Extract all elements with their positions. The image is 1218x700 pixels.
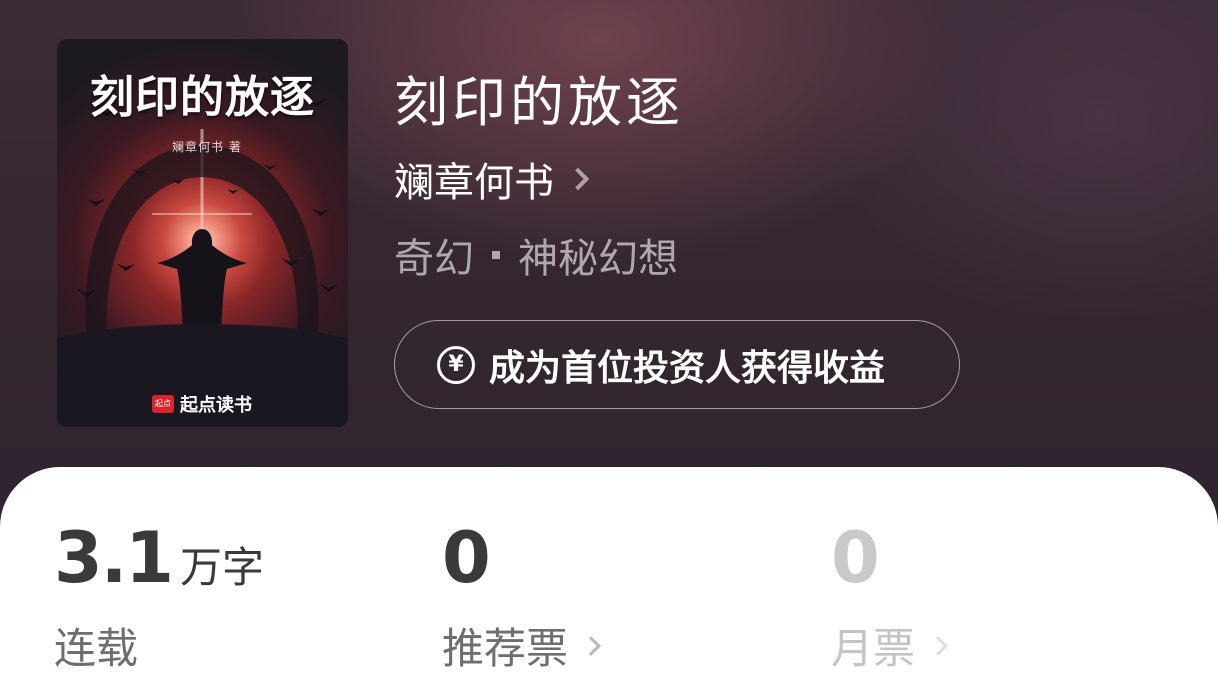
monthly-ticket-value: 0	[831, 517, 880, 599]
serial-status-label: 连载	[54, 624, 139, 673]
author-name: 斓章何书	[394, 160, 554, 206]
invest-button-label: 成为首位投资人获得收益	[489, 347, 886, 389]
author-link[interactable]: 斓章何书	[394, 150, 590, 208]
cover-title: 刻印的放逐	[90, 72, 315, 123]
publisher-logo-icon: 起点	[152, 395, 174, 413]
yuan-icon: ¥	[437, 345, 475, 384]
book-title: 刻印的放逐	[394, 71, 684, 134]
recommend-ticket-stat[interactable]: 0 推荐票	[442, 517, 601, 676]
book-cover[interactable]: 刻印的放逐 斓章何书 著 起点 起点读书	[57, 39, 348, 427]
separator-dot	[492, 251, 500, 259]
cover-author: 斓章何书 著	[172, 140, 242, 154]
word-count-unit: 万字	[180, 543, 265, 592]
subcategory-label[interactable]: 神秘幻想	[518, 226, 678, 284]
word-count-stat: 3.1 万字 连载	[54, 517, 264, 676]
recommend-ticket-label: 推荐票	[442, 624, 569, 673]
book-detail-page: 刻印的放逐 斓章何书 著 起点 起点读书 刻印的放逐 斓章何书 奇幻 神秘幻想 …	[0, 0, 1218, 700]
chevron-right-icon	[928, 635, 948, 656]
cover-publisher-name: 起点读书	[180, 395, 252, 416]
invest-button[interactable]: ¥ 成为首位投资人获得收益	[394, 320, 960, 409]
stats-panel: 3.1 万字 连载 0 推荐票 0 月票	[0, 467, 1218, 700]
monthly-ticket-stat[interactable]: 0 月票	[831, 517, 948, 676]
monthly-ticket-label: 月票	[831, 624, 916, 673]
word-count-value: 3.1	[54, 517, 174, 599]
category-label[interactable]: 奇幻	[394, 226, 474, 284]
chevron-right-icon	[581, 635, 601, 656]
recommend-ticket-value: 0	[442, 517, 491, 599]
cover-publisher: 起点 起点读书	[152, 391, 252, 417]
genre-row: 奇幻 神秘幻想	[394, 226, 678, 284]
chevron-right-icon	[566, 167, 590, 191]
